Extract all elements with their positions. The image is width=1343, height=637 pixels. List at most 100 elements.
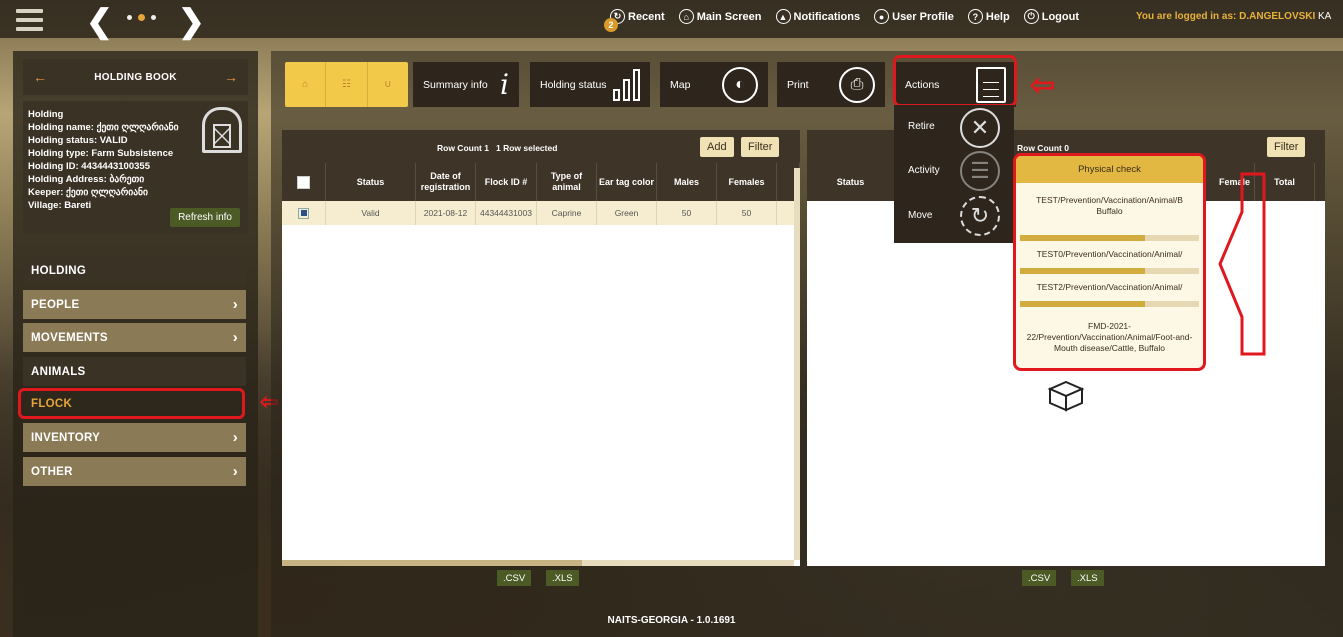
- filter-button[interactable]: Filter: [1267, 137, 1306, 157]
- bar-chart-icon: [613, 68, 640, 101]
- cell-date: 2021-08-12: [416, 201, 476, 225]
- user-profile-link[interactable]: ● User Profile: [874, 9, 954, 24]
- menu-holding[interactable]: HOLDING: [23, 256, 246, 285]
- cell-males: 50: [657, 201, 717, 225]
- table-row[interactable]: Valid 2021-08-12 44344431003 Caprine Gre…: [282, 201, 800, 225]
- grid-header: Row Count 1 1 Row selected Add Filter: [282, 130, 800, 163]
- box-icon[interactable]: [1047, 380, 1085, 412]
- select-all-column[interactable]: [282, 163, 326, 201]
- actions-dropdown: Retire ✕ Activity ☰ Move ↻: [894, 105, 1014, 243]
- row-count: Row Count 0: [1017, 143, 1069, 153]
- filter-button[interactable]: Filter: [741, 137, 780, 157]
- xls-export-button[interactable]: .XLS: [1071, 570, 1104, 586]
- row-checkbox-cell[interactable]: [282, 201, 326, 225]
- top-bar: ❮ ❯ ↻ 2 Recent ⌂ Main Screen ▲ Notificat…: [0, 0, 1343, 40]
- printer-icon: ⎙: [839, 66, 875, 103]
- holding-address: Holding Address: ბარეთი: [28, 174, 145, 185]
- physical-check-item[interactable]: TEST0/Prevention/Vaccination/Animal/: [1016, 241, 1203, 271]
- logged-in-text: You are logged in as: D.ANGELOVSKI: [1136, 11, 1316, 22]
- actions-highlight-annotation: [893, 55, 1017, 107]
- globe-icon: ◐: [722, 66, 758, 103]
- physical-check-popup: Physical check TEST/Prevention/Vaccinati…: [1013, 153, 1206, 371]
- home-icon: ⌂: [678, 9, 694, 24]
- medical-kit-icon[interactable]: ☰: [960, 151, 1000, 191]
- holding-status-button[interactable]: Holding status: [530, 62, 650, 107]
- physical-check-item[interactable]: TEST2/Prevention/Vaccination/Animal/: [1016, 274, 1203, 304]
- refresh-info-button[interactable]: Refresh info: [170, 208, 240, 227]
- footer-version: NAITS-GEORGIA - 1.0.1691: [607, 615, 736, 626]
- col-females[interactable]: Females: [717, 163, 777, 201]
- physical-check-title: Physical check: [1016, 156, 1203, 183]
- flock-grid: Row Count 1 1 Row selected Add Filter St…: [282, 130, 800, 566]
- chevron-right-icon: ›: [232, 429, 238, 446]
- row-count: Row Count 1: [437, 143, 489, 153]
- retire-action[interactable]: Retire: [908, 121, 935, 132]
- select-all-checkbox[interactable]: [297, 175, 310, 189]
- close-circle-icon[interactable]: ✕: [960, 108, 1000, 148]
- nav-dots: [127, 14, 156, 21]
- menu-other[interactable]: OTHER ›: [23, 457, 246, 486]
- col-status[interactable]: Status: [807, 163, 895, 201]
- arrow-left-icon[interactable]: ←: [33, 69, 47, 85]
- vertical-scrollbar[interactable]: [794, 168, 800, 560]
- col-status[interactable]: Status: [326, 163, 416, 201]
- arrow-right-icon[interactable]: →: [224, 69, 238, 85]
- help-icon: ?: [967, 9, 983, 24]
- row-checkbox[interactable]: [298, 207, 309, 219]
- cell-females: 50: [717, 201, 777, 225]
- hamburger-menu-icon[interactable]: [16, 9, 43, 31]
- grid-columns: Status Date of registration Flock ID # T…: [282, 163, 800, 201]
- xls-export-button[interactable]: .XLS: [546, 570, 579, 586]
- recent-badge: 2: [604, 18, 618, 32]
- menu-movements[interactable]: MOVEMENTS ›: [23, 323, 246, 352]
- col-date[interactable]: Date of registration: [416, 163, 476, 201]
- cycle-arrows-icon[interactable]: ↻: [960, 196, 1000, 236]
- selected-count: 1 Row selected: [496, 143, 558, 153]
- cell-flock-id: 44344431003: [476, 201, 537, 225]
- holding-book-header: ← HOLDING BOOK →: [23, 59, 248, 95]
- move-action[interactable]: Move: [908, 210, 932, 221]
- print-button[interactable]: Print ⎙: [777, 62, 885, 107]
- user-icon: ●: [874, 9, 890, 24]
- barn-icon: [202, 107, 242, 153]
- help-link[interactable]: ? Help: [967, 9, 1010, 24]
- nav-forward-icon[interactable]: ❯: [178, 2, 205, 40]
- holding-info: Holding Holding name: ქეთი ღლღარიანი Hol…: [23, 101, 248, 235]
- home-view-icon[interactable]: ⌂: [285, 62, 327, 107]
- horizontal-scrollbar[interactable]: [282, 560, 794, 566]
- magnet-icon[interactable]: ∪: [368, 62, 408, 107]
- physical-check-item[interactable]: FMD-2021-22/Prevention/Vaccination/Anima…: [1016, 307, 1203, 354]
- recent-link[interactable]: ↻ 2 Recent: [604, 9, 665, 32]
- menu-animals[interactable]: ANIMALS: [23, 357, 246, 386]
- map-button[interactable]: Map ◐: [660, 62, 768, 107]
- summary-info-button[interactable]: Summary info i: [413, 62, 519, 107]
- holding-keeper: Keeper: ქეთი ღლღარიანი: [28, 187, 148, 198]
- notifications-link[interactable]: ▲ Notifications: [775, 9, 860, 24]
- csv-export-button[interactable]: .CSV: [1022, 570, 1057, 586]
- add-button[interactable]: Add: [700, 137, 734, 157]
- holding-id: Holding ID: 4434443100355: [28, 161, 150, 172]
- col-type[interactable]: Type of animal: [537, 163, 597, 201]
- activity-action[interactable]: Activity: [908, 165, 940, 176]
- logout-link[interactable]: ⏻ Logout: [1023, 9, 1079, 24]
- csv-export-button[interactable]: .CSV: [497, 570, 532, 586]
- bell-icon: ▲: [775, 9, 791, 24]
- menu-inventory[interactable]: INVENTORY ›: [23, 423, 246, 452]
- col-males[interactable]: Males: [657, 163, 717, 201]
- view-switcher: ⌂ ☷ ∪: [285, 62, 408, 107]
- grid-view-icon[interactable]: ☷: [326, 62, 368, 107]
- physical-check-item[interactable]: TEST/Prevention/Vaccination/Animal/B Buf…: [1016, 183, 1203, 241]
- cell-type: Caprine: [537, 201, 597, 225]
- main-screen-link[interactable]: ⌂ Main Screen: [678, 9, 762, 24]
- col-ear-tag[interactable]: Ear tag color: [597, 163, 657, 201]
- cell-status: Valid: [326, 201, 416, 225]
- flock-highlight-annotation: [18, 388, 245, 419]
- power-icon: ⏻: [1023, 9, 1039, 24]
- nav-back-icon[interactable]: ❮: [86, 2, 113, 40]
- col-flock-id[interactable]: Flock ID #: [476, 163, 537, 201]
- info-icon: i: [500, 68, 509, 101]
- language-switch[interactable]: KA: [1318, 11, 1331, 22]
- holding-book-title: HOLDING BOOK: [94, 71, 177, 83]
- left-panel: ← HOLDING BOOK → Holding Holding name: ქ…: [13, 51, 258, 637]
- menu-people[interactable]: PEOPLE ›: [23, 290, 246, 319]
